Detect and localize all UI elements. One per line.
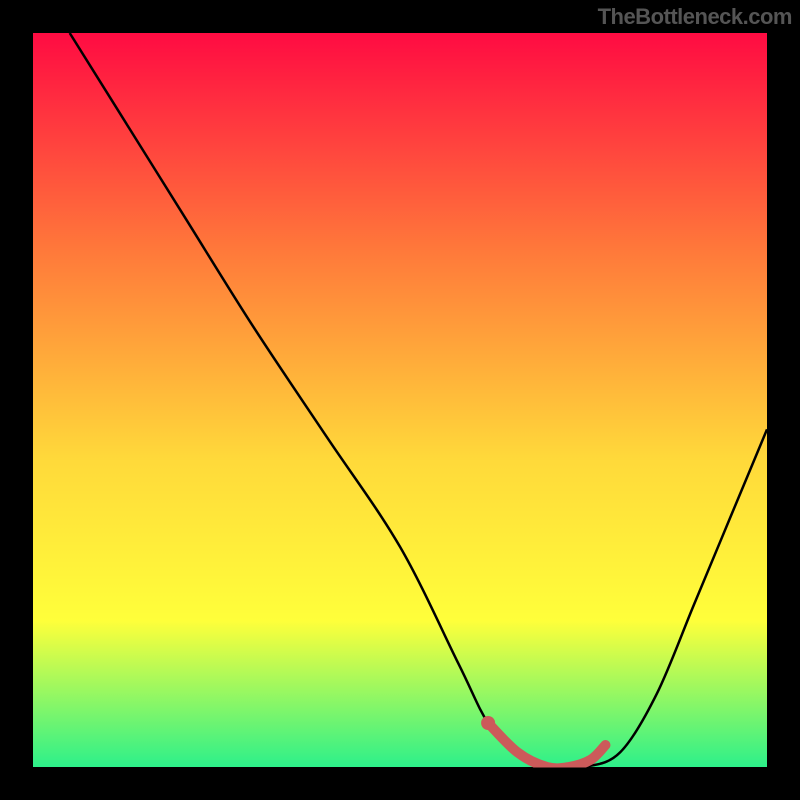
- optimal-band-start: [481, 716, 495, 730]
- watermark: TheBottleneck.com: [598, 4, 792, 30]
- plot-background: [33, 33, 767, 767]
- chart-svg: [0, 0, 800, 800]
- bottleneck-chart: TheBottleneck.com: [0, 0, 800, 800]
